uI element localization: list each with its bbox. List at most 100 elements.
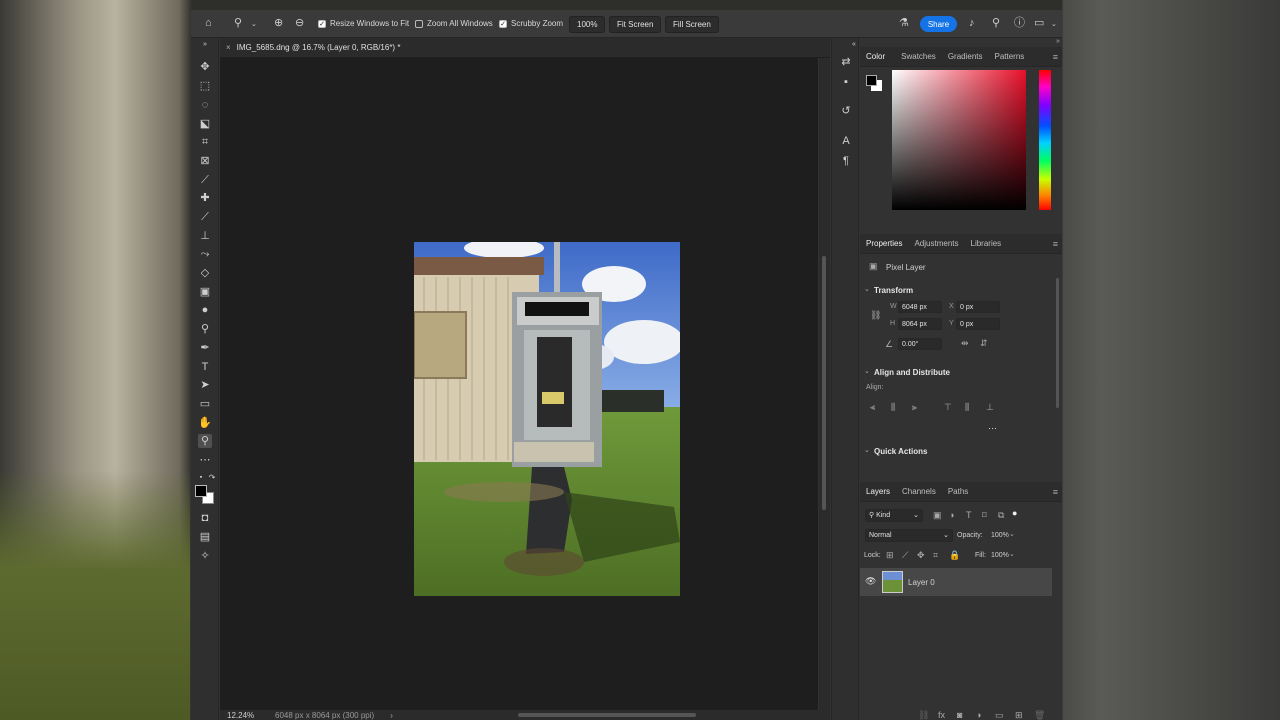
properties-menu-icon[interactable]: ≡: [1053, 239, 1058, 249]
align-chevron-icon[interactable]: ⌄: [864, 367, 870, 375]
hand-tool-icon[interactable]: ✋: [198, 416, 212, 430]
home-icon[interactable]: ⌂: [205, 18, 212, 29]
vertical-scroll-thumb[interactable]: [822, 256, 826, 510]
tab-patterns[interactable]: Patterns: [989, 52, 1031, 61]
help-icon[interactable]: ⓘ: [1014, 18, 1025, 29]
filter-adjustment-icon[interactable]: ◑: [949, 510, 954, 520]
paragraph-icon[interactable]: ¶: [839, 154, 853, 168]
tab-color[interactable]: Color: [860, 52, 891, 61]
scrubby-zoom-checkbox[interactable]: ✓: [499, 19, 507, 28]
zoom-out-icon[interactable]: ⊖: [295, 18, 304, 29]
history-brush-tool-icon[interactable]: ⤳: [198, 247, 212, 261]
comments-icon[interactable]: ▪: [839, 75, 853, 89]
share-button[interactable]: Share: [920, 16, 957, 32]
dodge-tool-icon[interactable]: ⚲: [198, 322, 212, 336]
link-layers-icon[interactable]: ⛓: [918, 710, 929, 720]
align-section-title[interactable]: Align and Distribute: [874, 368, 950, 377]
transform-section-title[interactable]: Transform: [874, 286, 913, 295]
resize-windows-checkbox[interactable]: ✓: [318, 19, 326, 28]
horizontal-scroll-thumb[interactable]: [518, 713, 696, 717]
crop-tool-icon[interactable]: ⌗: [198, 135, 212, 149]
tab-swatches[interactable]: Swatches: [895, 52, 942, 61]
opacity-chevron-icon[interactable]: ⌄: [1009, 530, 1015, 538]
layer-style-icon[interactable]: fx: [938, 710, 945, 720]
new-layer-icon[interactable]: ⊞: [1015, 710, 1023, 720]
eyedropper-tool-icon[interactable]: ⟋: [198, 173, 212, 187]
filter-pixel-icon[interactable]: ▣: [933, 510, 942, 521]
object-selection-tool-icon[interactable]: ⬕: [198, 117, 212, 131]
zoom-level[interactable]: 12.24%: [227, 711, 275, 720]
x-field[interactable]: 0 px: [956, 301, 1000, 313]
vertical-scrollbar[interactable]: [819, 58, 830, 710]
document-info[interactable]: 6048 px x 8064 px (300 ppi): [275, 711, 374, 720]
tab-adjustments[interactable]: Adjustments: [908, 239, 964, 248]
y-field[interactable]: 0 px: [956, 318, 1000, 330]
align-right-icon[interactable]: ⫸: [912, 402, 917, 413]
character-icon[interactable]: A: [839, 134, 853, 148]
layer-name[interactable]: Layer 0: [908, 578, 935, 587]
tab-properties[interactable]: Properties: [860, 239, 908, 248]
clone-stamp-tool-icon[interactable]: ⊥: [198, 229, 212, 243]
zoom-tool-icon[interactable]: ⚲: [234, 18, 242, 29]
workspace-chevron-icon[interactable]: ⌄: [1051, 19, 1057, 30]
align-bottom-icon[interactable]: ⊥: [986, 402, 994, 413]
tab-libraries[interactable]: Libraries: [965, 239, 1008, 248]
align-middle-icon[interactable]: ⫼: [965, 402, 969, 413]
width-field[interactable]: 6048 px: [898, 301, 942, 313]
delete-layer-icon[interactable]: 🗑: [1034, 710, 1045, 720]
healing-brush-tool-icon[interactable]: ✚: [198, 191, 212, 205]
history-states-icon[interactable]: ⇄: [839, 55, 853, 69]
link-dimensions-icon[interactable]: ⛓: [870, 310, 881, 321]
marquee-tool-icon[interactable]: ⬚: [198, 79, 212, 93]
blur-tool-icon[interactable]: ●: [198, 303, 212, 317]
filter-smart-object-icon[interactable]: ⧉: [998, 510, 1004, 521]
fill-chevron-icon[interactable]: ⌄: [1009, 550, 1015, 558]
move-tool-icon[interactable]: ✥: [198, 60, 212, 74]
tab-paths[interactable]: Paths: [942, 487, 974, 496]
filter-toggle-icon[interactable]: ●: [1012, 508, 1017, 518]
lock-artboard-icon[interactable]: ⌗: [933, 550, 938, 561]
resize-windows-option[interactable]: ✓ Resize Windows to Fit: [318, 19, 409, 28]
document-tab[interactable]: × IMG_5685.dng @ 16.7% (Layer 0, RGB/16*…: [220, 38, 830, 58]
fill-screen-button[interactable]: Fill Screen: [665, 16, 719, 33]
filter-shape-icon[interactable]: ⌑: [982, 510, 987, 521]
brush-tool-icon[interactable]: ⟋: [198, 210, 212, 224]
rectangle-tool-icon[interactable]: ▭: [198, 397, 212, 411]
new-group-icon[interactable]: ▭: [995, 710, 1004, 720]
visibility-eye-icon[interactable]: 👁: [865, 576, 876, 587]
height-field[interactable]: 8064 px: [898, 318, 942, 330]
fit-screen-button[interactable]: Fit Screen: [609, 16, 662, 33]
pen-tool-icon[interactable]: ✒: [198, 341, 212, 355]
tab-gradients[interactable]: Gradients: [942, 52, 989, 61]
bell-icon[interactable]: ♪: [969, 18, 975, 29]
zoom-tool-active-icon[interactable]: ⚲: [198, 434, 212, 448]
flask-icon[interactable]: ⚗: [899, 18, 909, 29]
panel-foreground-swatch[interactable]: [866, 75, 877, 86]
more-options-icon[interactable]: ⋯: [988, 423, 997, 434]
blend-mode-select[interactable]: Normal ⌄: [865, 529, 953, 542]
generative-icon[interactable]: ✧: [198, 549, 212, 563]
lock-all-icon[interactable]: 🔒: [949, 550, 960, 561]
properties-scrollbar[interactable]: [1056, 278, 1059, 408]
quick-actions-title[interactable]: Quick Actions: [874, 447, 928, 456]
type-tool-icon[interactable]: T: [198, 360, 212, 374]
opacity-value[interactable]: 100%: [991, 532, 1009, 539]
lock-position-icon[interactable]: ✥: [917, 550, 925, 561]
filter-type-icon[interactable]: T: [966, 510, 972, 520]
tab-channels[interactable]: Channels: [896, 487, 942, 496]
align-center-h-icon[interactable]: ⫼: [891, 402, 895, 413]
foreground-color-swatch[interactable]: [195, 485, 207, 497]
zoom-all-option[interactable]: Zoom All Windows: [415, 19, 493, 28]
eraser-tool-icon[interactable]: ◇: [198, 266, 212, 280]
quick-mask-icon[interactable]: ◘: [198, 511, 212, 525]
color-spectrum-picker[interactable]: [892, 70, 1026, 210]
lock-pixels-icon[interactable]: ⟋: [902, 550, 908, 561]
history-icon[interactable]: ↺: [839, 104, 853, 118]
workspace-icon[interactable]: ▭: [1034, 18, 1044, 29]
zoom-all-checkbox[interactable]: [415, 19, 423, 28]
adjustment-layer-icon[interactable]: ◑: [976, 710, 981, 720]
expand-panels-icon[interactable]: «: [847, 38, 861, 52]
flip-horizontal-icon[interactable]: ⇹: [961, 338, 969, 349]
angle-field[interactable]: 0.00°: [898, 338, 942, 350]
quick-actions-chevron-icon[interactable]: ⌄: [864, 446, 870, 454]
